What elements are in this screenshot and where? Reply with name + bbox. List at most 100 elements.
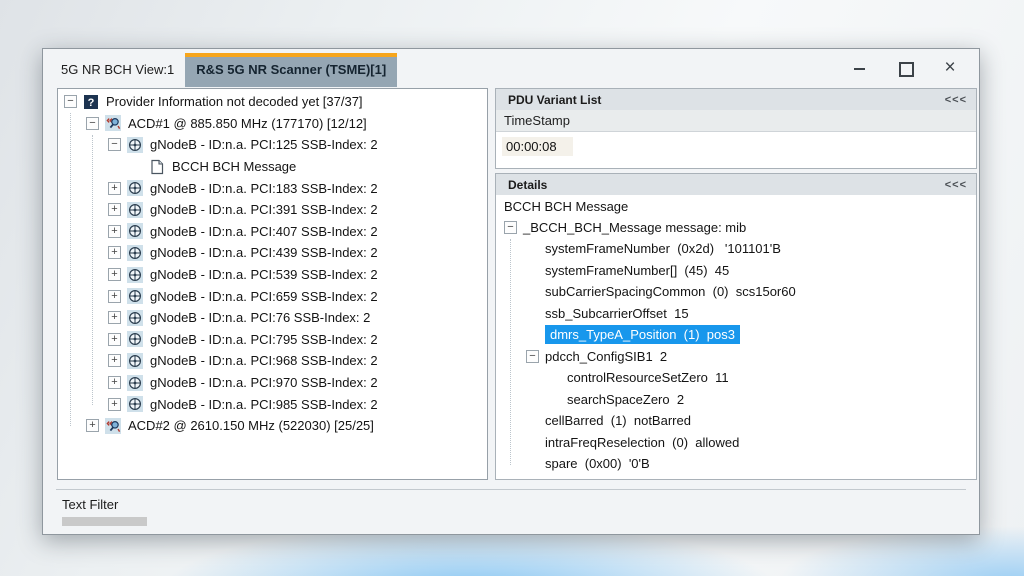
pdu-row[interactable]: 00:00:08 (496, 132, 976, 156)
tree-row[interactable]: + gNodeB - ID:n.a. PCI:659 SSB-Index: 2 (58, 285, 487, 307)
maximize-button[interactable] (898, 61, 912, 75)
details-row[interactable]: intraFreqReselection (0) allowed (496, 432, 976, 454)
collapse-expander[interactable]: − (108, 138, 121, 151)
details-row[interactable]: subCarrierSpacingCommon (0) scs15or60 (496, 281, 976, 303)
tree-row[interactable]: + gNodeB - ID:n.a. PCI:76 SSB-Index: 2 (58, 307, 487, 329)
details-row-label: subCarrierSpacingCommon (0) scs15or60 (545, 284, 796, 299)
details-row-label: intraFreqReselection (0) allowed (545, 435, 739, 450)
expand-expander[interactable]: + (108, 203, 121, 216)
text-filter-input[interactable] (62, 517, 147, 526)
tree-row-label: gNodeB - ID:n.a. PCI:391 SSB-Index: 2 (150, 202, 378, 217)
tree-row-label: gNodeB - ID:n.a. PCI:539 SSB-Index: 2 (150, 267, 378, 282)
gnodeb-icon (127, 180, 143, 196)
tree-row[interactable]: +gNodeB - ID:n.a. PCI:985 SSB-Index: 2 (58, 393, 487, 415)
details-row[interactable]: spare (0x00) '0'B (496, 453, 976, 475)
gnodeb-icon (127, 396, 143, 412)
provider-tree: −? Provider Information not decoded yet [… (58, 91, 487, 437)
expand-expander[interactable]: + (108, 268, 121, 281)
pdu-variant-list-panel: PDU Variant List <<< TimeStamp 00:00:08 (495, 88, 977, 169)
tree-row-label: gNodeB - ID:n.a. PCI:76 SSB-Index: 2 (150, 310, 370, 325)
pdu-column-header-timestamp[interactable]: TimeStamp (496, 110, 976, 132)
gnodeb-icon (127, 267, 143, 283)
gnodeb-icon (127, 245, 143, 261)
pdu-panel-title: PDU Variant List (508, 93, 601, 107)
tree-row-label: gNodeB - ID:n.a. PCI:795 SSB-Index: 2 (150, 332, 378, 347)
details-row[interactable]: systemFrameNumber[] (45) 45 (496, 260, 976, 282)
tree-row[interactable]: + gNodeB - ID:n.a. PCI:391 SSB-Index: 2 (58, 199, 487, 221)
question-icon: ? (83, 94, 99, 110)
tree-row-label: gNodeB - ID:n.a. PCI:968 SSB-Index: 2 (150, 353, 378, 368)
details-row-label: spare (0x00) '0'B (545, 456, 650, 471)
tree-row[interactable]: −gNodeB - ID:n.a. PCI:125 SSB-Index: 2 (58, 134, 487, 156)
text-filter-bar: Text Filter (56, 489, 966, 535)
tree-row-label: gNodeB - ID:n.a. PCI:659 SSB-Index: 2 (150, 289, 378, 304)
expand-expander[interactable]: + (108, 290, 121, 303)
tab-bch-view[interactable]: 5G NR BCH View:1 (50, 54, 185, 87)
tree-row[interactable]: + gNodeB - ID:n.a. PCI:968 SSB-Index: 2 (58, 350, 487, 372)
document-icon (149, 159, 165, 175)
details-panel-title: Details (508, 178, 547, 192)
details-row[interactable]: ssb_SubcarrierOffset 15 (496, 303, 976, 325)
gnodeb-icon (127, 202, 143, 218)
text-filter-label: Text Filter (62, 497, 118, 512)
tree-row-label: ACD#2 @ 2610.150 MHz (522030) [25/25] (128, 418, 374, 433)
expand-expander[interactable]: + (108, 225, 121, 238)
collapse-expander[interactable]: − (504, 221, 517, 234)
expand-expander[interactable]: + (108, 311, 121, 324)
tree-row[interactable]: −ACD#1 @ 885.850 MHz (177170) [12/12] (58, 113, 487, 135)
minimize-button[interactable] (853, 61, 867, 75)
details-row-label: pdcch_ConfigSIB1 2 (545, 349, 667, 364)
details-row[interactable]: systemFrameNumber (0x2d) '101101'B (496, 238, 976, 260)
details-row-label-selected: dmrs_TypeA_Position (1) pos3 (545, 325, 740, 344)
tree-row[interactable]: + gNodeB - ID:n.a. PCI:795 SSB-Index: 2 (58, 329, 487, 351)
tree-row[interactable]: + gNodeB - ID:n.a. PCI:539 SSB-Index: 2 (58, 264, 487, 286)
details-row[interactable]: −pdcch_ConfigSIB1 2 (496, 346, 976, 368)
window-controls: × (853, 59, 957, 77)
collapse-expander[interactable]: − (64, 95, 77, 108)
gnodeb-icon (127, 137, 143, 153)
tree-row[interactable]: BCCH BCH Message (58, 156, 487, 178)
collapse-expander[interactable]: − (526, 350, 539, 363)
tree-row[interactable]: + ACD#2 @ 2610.150 MHz (522030) [25/25] (58, 415, 487, 437)
details-panel-header: Details <<< (496, 174, 976, 195)
collapse-expander[interactable]: − (86, 117, 99, 130)
tree-row[interactable]: +gNodeB - ID:n.a. PCI:970 SSB-Index: 2 (58, 372, 487, 394)
details-row[interactable]: cellBarred (1) notBarred (496, 410, 976, 432)
tree-row[interactable]: −? Provider Information not decoded yet [… (58, 91, 487, 113)
gnodeb-icon (127, 223, 143, 239)
tree-row-label: Provider Information not decoded yet [37… (106, 94, 363, 109)
expand-expander[interactable]: + (86, 419, 99, 432)
gnodeb-icon (127, 375, 143, 391)
gnodeb-icon (127, 288, 143, 304)
close-button[interactable]: × (943, 61, 957, 75)
gnodeb-icon (127, 331, 143, 347)
details-collapse-button[interactable]: <<< (945, 179, 967, 191)
details-row-label: systemFrameNumber[] (45) 45 (545, 263, 729, 278)
tree-row[interactable]: +gNodeB - ID:n.a. PCI:439 SSB-Index: 2 (58, 242, 487, 264)
details-tree: −_BCCH_BCH_Message message: mib systemFra… (496, 217, 976, 475)
pdu-panel-header: PDU Variant List <<< (496, 89, 976, 110)
expand-expander[interactable]: + (108, 246, 121, 259)
details-row[interactable]: −_BCCH_BCH_Message message: mib (496, 217, 976, 239)
expand-expander[interactable]: + (108, 182, 121, 195)
details-row-label: systemFrameNumber (0x2d) '101101'B (545, 241, 781, 256)
scanner-icon (105, 115, 121, 131)
gnodeb-icon (127, 353, 143, 369)
expand-expander[interactable]: + (108, 376, 121, 389)
expand-expander[interactable]: + (108, 354, 121, 367)
details-body: BCCH BCH Message −_BCCH_BCH_Message mess… (496, 195, 976, 475)
expand-expander[interactable]: + (108, 398, 121, 411)
expand-expander[interactable]: + (108, 333, 121, 346)
tree-guide-line (92, 135, 93, 405)
tab-scanner-tsme[interactable]: R&S 5G NR Scanner (TSME)[1] (185, 53, 397, 87)
tree-row-label: BCCH BCH Message (172, 159, 296, 174)
tab-bar: 5G NR BCH View:1 R&S 5G NR Scanner (TSME… (50, 49, 397, 87)
pdu-collapse-button[interactable]: <<< (945, 94, 967, 106)
tree-row[interactable]: +gNodeB - ID:n.a. PCI:407 SSB-Index: 2 (58, 221, 487, 243)
details-row[interactable]: searchSpaceZero 2 (496, 389, 976, 411)
details-row[interactable]: dmrs_TypeA_Position (1) pos3 (496, 324, 976, 346)
tree-row[interactable]: +gNodeB - ID:n.a. PCI:183 SSB-Index: 2 (58, 177, 487, 199)
details-row-label: searchSpaceZero 2 (567, 392, 684, 407)
details-row-label: ssb_SubcarrierOffset 15 (545, 306, 689, 321)
details-row[interactable]: controlResourceSetZero 11 (496, 367, 976, 389)
